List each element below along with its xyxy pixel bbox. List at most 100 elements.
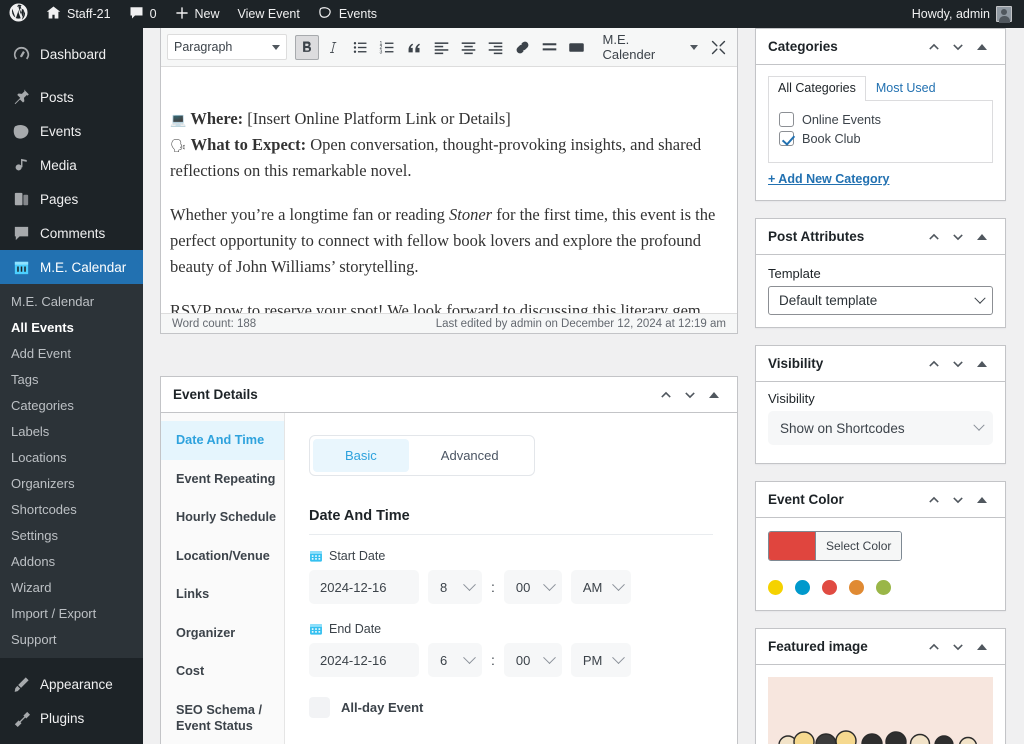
move-down-icon[interactable]: [679, 382, 701, 408]
sidebar-item-events[interactable]: Events: [0, 114, 143, 148]
sidebar-item-pages[interactable]: Pages: [0, 182, 143, 216]
bold-button[interactable]: [294, 34, 320, 60]
tab-cost[interactable]: Cost: [161, 652, 284, 691]
bulleted-list-button[interactable]: [348, 35, 373, 60]
align-right-button[interactable]: [483, 35, 508, 60]
all-day-event-checkbox[interactable]: [309, 697, 330, 718]
add-new-category-link[interactable]: + Add New Category: [768, 172, 889, 186]
submenu-item-categories[interactable]: Categories: [0, 392, 143, 418]
tab-seo-schema-event-status[interactable]: SEO Schema / Event Status: [161, 691, 284, 744]
editor-content-body[interactable]: 💻 Where: [Insert Online Platform Link or…: [161, 67, 737, 313]
submenu-item-wizard[interactable]: Wizard: [0, 574, 143, 600]
color-preset-green[interactable]: [876, 580, 891, 595]
move-down-icon[interactable]: [947, 487, 969, 513]
submenu-item-all-events[interactable]: All Events: [0, 314, 143, 340]
move-up-icon[interactable]: [923, 634, 945, 660]
tab-most-used[interactable]: Most Used: [866, 76, 946, 101]
end-hour-select[interactable]: 6: [428, 643, 482, 677]
move-up-icon[interactable]: [923, 351, 945, 377]
move-down-icon[interactable]: [947, 634, 969, 660]
move-up-icon[interactable]: [923, 487, 945, 513]
start-minute-select[interactable]: 00: [503, 570, 562, 604]
sidebar-item-posts[interactable]: Posts: [0, 80, 143, 114]
start-date-input[interactable]: 2024-12-16: [309, 570, 419, 604]
start-meridiem-select[interactable]: AM: [570, 570, 631, 604]
tab-event-repeating[interactable]: Event Repeating: [161, 460, 284, 499]
submenu-item-shortcodes[interactable]: Shortcodes: [0, 496, 143, 522]
italic-button[interactable]: [321, 35, 346, 60]
move-up-icon[interactable]: [923, 34, 945, 60]
category-checkbox[interactable]: [779, 131, 794, 146]
wp-logo-menu[interactable]: [0, 0, 37, 28]
numbered-list-button[interactable]: 123: [375, 35, 400, 60]
color-preset-blue[interactable]: [795, 580, 810, 595]
template-select[interactable]: Default template: [768, 286, 993, 315]
submenu-item-settings[interactable]: Settings: [0, 522, 143, 548]
new-content-menu[interactable]: New: [166, 0, 229, 28]
move-up-icon[interactable]: [655, 382, 677, 408]
visibility-select[interactable]: Show on Shortcodes: [768, 411, 993, 445]
toggle-panel-icon[interactable]: [971, 487, 993, 513]
me-calendar-editor-button[interactable]: M.E. Calender: [599, 32, 703, 62]
comments-bubble[interactable]: 0: [120, 0, 166, 28]
featured-image-thumbnail[interactable]: [768, 677, 993, 744]
end-date-input[interactable]: 2024-12-16: [309, 643, 419, 677]
submenu-item-me-calendar[interactable]: M.E. Calendar: [0, 288, 143, 314]
view-event-link[interactable]: View Event: [229, 0, 309, 28]
special-character-button[interactable]: [564, 35, 589, 60]
submenu-item-import-export[interactable]: Import / Export: [0, 600, 143, 626]
move-down-icon[interactable]: [947, 351, 969, 377]
align-left-button[interactable]: [429, 35, 454, 60]
select-color-button[interactable]: Select Color: [815, 532, 902, 560]
align-center-button[interactable]: [456, 35, 481, 60]
color-picker[interactable]: Select Color: [768, 531, 903, 561]
sidebar-item-plugins[interactable]: Plugins: [0, 701, 143, 735]
tab-hourly-schedule[interactable]: Hourly Schedule: [161, 498, 284, 537]
move-down-icon[interactable]: [947, 224, 969, 250]
segment-advanced[interactable]: Advanced: [409, 439, 531, 472]
toggle-panel-icon[interactable]: [971, 34, 993, 60]
horizontal-line-button[interactable]: [537, 35, 562, 60]
submenu-item-support[interactable]: Support: [0, 626, 143, 652]
events-adminbar-link[interactable]: Events: [309, 0, 386, 28]
category-item-book-club[interactable]: Book Club: [779, 129, 982, 148]
color-preset-orange[interactable]: [849, 580, 864, 595]
tab-location-venue[interactable]: Location/Venue: [161, 537, 284, 576]
color-preset-yellow[interactable]: [768, 580, 783, 595]
start-hour-select[interactable]: 8: [428, 570, 482, 604]
submenu-item-tags[interactable]: Tags: [0, 366, 143, 392]
sidebar-item-users[interactable]: Users: [0, 735, 143, 744]
tab-date-and-time[interactable]: Date And Time: [161, 421, 284, 460]
tab-links[interactable]: Links: [161, 575, 284, 614]
toggle-panel-icon[interactable]: [703, 382, 725, 408]
segment-basic[interactable]: Basic: [313, 439, 409, 472]
move-down-icon[interactable]: [947, 34, 969, 60]
color-preset-red[interactable]: [822, 580, 837, 595]
end-meridiem-select[interactable]: PM: [570, 643, 631, 677]
blockquote-button[interactable]: [402, 35, 427, 60]
sidebar-item-dashboard[interactable]: Dashboard: [0, 37, 143, 71]
tab-all-categories[interactable]: All Categories: [768, 76, 866, 101]
category-item-online-events[interactable]: Online Events: [779, 110, 982, 129]
my-account-menu[interactable]: Howdy, admin: [903, 0, 1024, 28]
toggle-panel-icon[interactable]: [971, 634, 993, 660]
toggle-panel-icon[interactable]: [971, 351, 993, 377]
sidebar-item-me-calendar[interactable]: M.E. Calendar: [0, 250, 143, 284]
submenu-item-add-event[interactable]: Add Event: [0, 340, 143, 366]
sidebar-item-comments[interactable]: Comments: [0, 216, 143, 250]
submenu-item-organizers[interactable]: Organizers: [0, 470, 143, 496]
sidebar-item-media[interactable]: Media: [0, 148, 143, 182]
paragraph-format-select[interactable]: Paragraph: [167, 34, 287, 60]
category-checkbox[interactable]: [779, 112, 794, 127]
insert-link-button[interactable]: [510, 35, 535, 60]
submenu-item-addons[interactable]: Addons: [0, 548, 143, 574]
sidebar-item-appearance[interactable]: Appearance: [0, 667, 143, 701]
submenu-item-locations[interactable]: Locations: [0, 444, 143, 470]
end-minute-select[interactable]: 00: [503, 643, 562, 677]
submenu-item-labels[interactable]: Labels: [0, 418, 143, 444]
toggle-panel-icon[interactable]: [971, 224, 993, 250]
site-name-menu[interactable]: Staff-21: [37, 0, 120, 28]
tab-organizer[interactable]: Organizer: [161, 614, 284, 653]
move-up-icon[interactable]: [923, 224, 945, 250]
fullscreen-button[interactable]: [706, 35, 731, 60]
